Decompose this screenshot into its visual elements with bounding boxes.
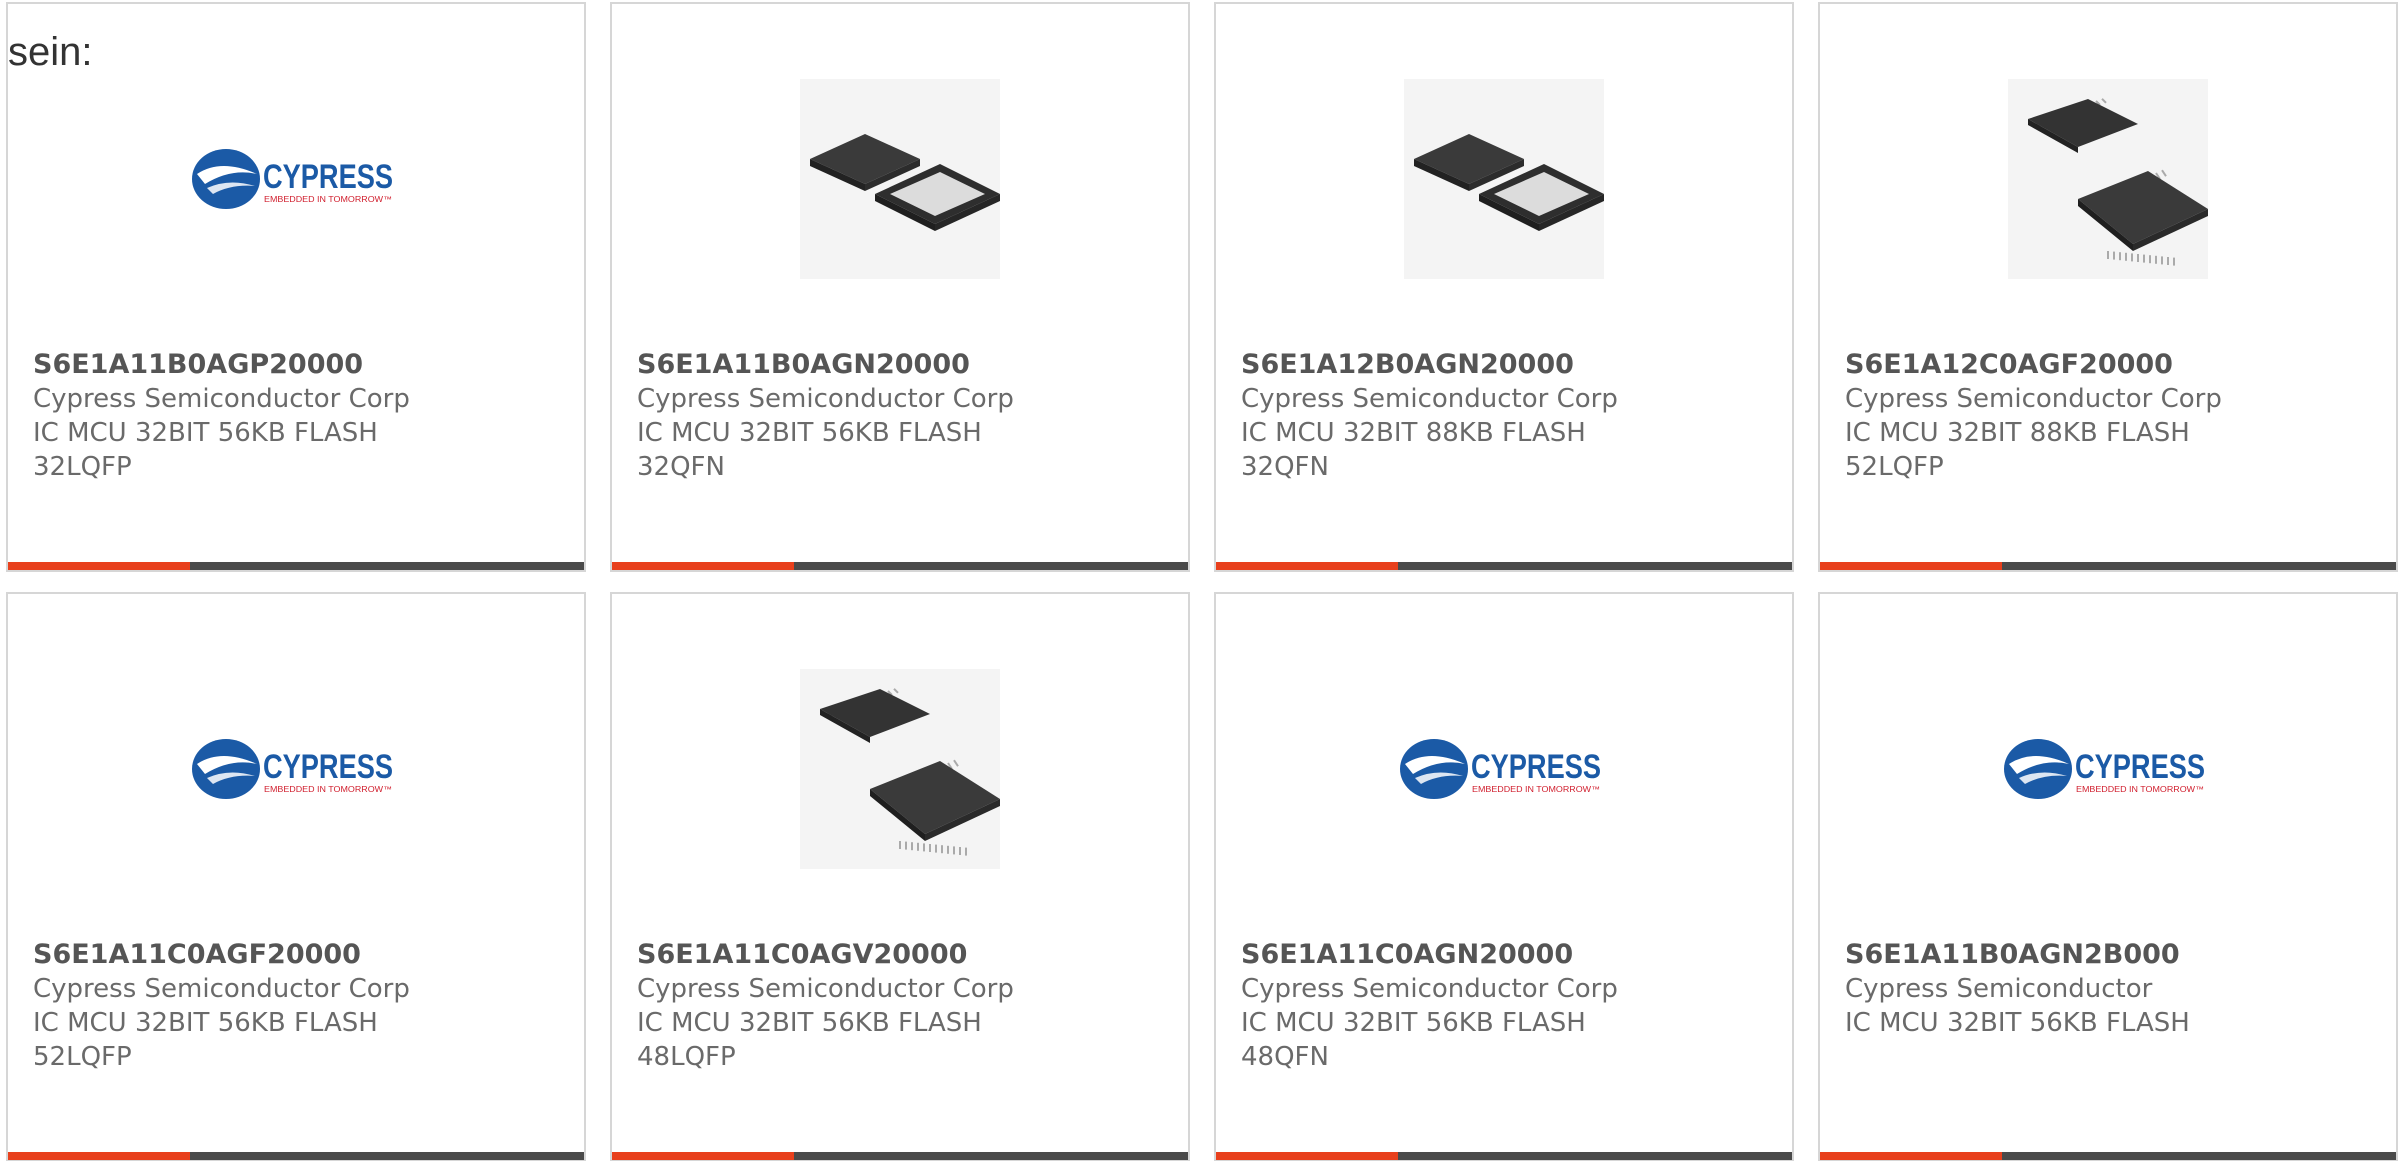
part-number[interactable]: S6E1A12B0AGN20000	[1241, 348, 1772, 382]
part-number[interactable]: S6E1A11C0AGV20000	[637, 938, 1168, 972]
product-image: CYPRESS EMBEDDED IN TOMORROW™	[1216, 664, 1792, 874]
product-card[interactable]: CYPRESS EMBEDDED IN TOMORROW™ S6E1A11C0AG…	[1214, 592, 1794, 1161]
svg-text:CYPRESS: CYPRESS	[263, 158, 393, 196]
part-number[interactable]: S6E1A11B0AGN2B000	[1845, 938, 2376, 972]
card-bottom-bar	[612, 562, 1188, 570]
product-card[interactable]: CYPRESS EMBEDDED IN TOMORROW™ S6E1A11B0AG…	[1818, 592, 2398, 1161]
manufacturer: Cypress Semiconductor Corp	[637, 384, 1014, 414]
product-image: CYPRESS EMBEDDED IN TOMORROW™	[8, 74, 584, 284]
part-number[interactable]: S6E1A11B0AGN20000	[637, 348, 1168, 382]
card-accent	[8, 562, 190, 570]
description: IC MCU 32BIT 56KB FLASH	[1845, 1008, 2190, 1038]
lqfp-chip-icon	[820, 688, 1000, 856]
description: IC MCU 32BIT 56KB FLASH	[1241, 1008, 1586, 1038]
svg-text:CYPRESS: CYPRESS	[1471, 748, 1601, 786]
manufacturer: Cypress Semiconductor Corp	[637, 974, 1014, 1004]
product-image	[612, 74, 1188, 284]
svg-text:CYPRESS: CYPRESS	[2075, 748, 2205, 786]
card-bottom-bar	[1820, 562, 2396, 570]
cypress-logo-icon: CYPRESSEMBEDDED IN TOMORROW™	[1400, 739, 1601, 799]
description: IC MCU 32BIT 88KB FLASH	[1241, 418, 1586, 448]
description: IC MCU 32BIT 56KB FLASH	[33, 1008, 378, 1038]
manufacturer: Cypress Semiconductor Corp	[1241, 974, 1618, 1004]
package: 32QFN	[637, 452, 725, 482]
card-bottom-bar	[8, 1152, 584, 1160]
manufacturer: Cypress Semiconductor Corp	[33, 384, 410, 414]
qfn-chip-icon	[810, 134, 1000, 231]
part-number[interactable]: S6E1A11C0AGN20000	[1241, 938, 1772, 972]
card-accent	[612, 1152, 794, 1160]
qfn-chip-icon	[1414, 134, 1604, 231]
svg-text:CYPRESS: CYPRESS	[263, 748, 393, 786]
product-card[interactable]: CYPRESS EMBEDDED IN TOMORROW™ S6E1A11B0AG…	[6, 2, 586, 572]
description: IC MCU 32BIT 88KB FLASH	[1845, 418, 2190, 448]
svg-text:EMBEDDED IN TOMORROW™: EMBEDDED IN TOMORROW™	[2076, 785, 2204, 794]
manufacturer: Cypress Semiconductor Corp	[1845, 384, 2222, 414]
cypress-logo-icon: CYPRESSEMBEDDED IN TOMORROW™	[2004, 739, 2205, 799]
package: 32QFN	[1241, 452, 1329, 482]
card-bottom-bar	[1820, 1152, 2396, 1160]
product-card[interactable]: S6E1A12B0AGN20000 Cypress Semiconductor …	[1214, 2, 1794, 572]
card-accent	[8, 1152, 190, 1160]
product-image	[612, 664, 1188, 874]
lqfp-chip-icon	[2028, 98, 2208, 266]
intro-text: sein:	[8, 30, 93, 74]
product-image	[1216, 74, 1792, 284]
card-accent	[1820, 562, 2002, 570]
product-card[interactable]: S6E1A11C0AGV20000 Cypress Semiconductor …	[610, 592, 1190, 1161]
card-bottom-bar	[8, 562, 584, 570]
manufacturer: Cypress Semiconductor Corp	[1241, 384, 1618, 414]
card-bottom-bar	[612, 1152, 1188, 1160]
manufacturer: Cypress Semiconductor	[1845, 974, 2153, 1004]
product-card[interactable]: S6E1A12C0AGF20000 Cypress Semiconductor …	[1818, 2, 2398, 572]
card-bottom-bar	[1216, 562, 1792, 570]
description: IC MCU 32BIT 56KB FLASH	[637, 418, 982, 448]
svg-text:EMBEDDED IN TOMORROW™: EMBEDDED IN TOMORROW™	[264, 785, 392, 794]
product-image: CYPRESS EMBEDDED IN TOMORROW™	[1820, 664, 2396, 874]
card-accent	[1820, 1152, 2002, 1160]
part-number[interactable]: S6E1A11B0AGP20000	[33, 348, 564, 382]
package: 32LQFP	[33, 452, 132, 482]
product-image	[1820, 74, 2396, 284]
card-bottom-bar	[1216, 1152, 1792, 1160]
package: 48LQFP	[637, 1042, 736, 1072]
svg-text:EMBEDDED IN TOMORROW™: EMBEDDED IN TOMORROW™	[264, 195, 392, 204]
card-accent	[1216, 562, 1398, 570]
product-image: CYPRESS EMBEDDED IN TOMORROW™	[8, 664, 584, 874]
svg-text:EMBEDDED IN TOMORROW™: EMBEDDED IN TOMORROW™	[1472, 785, 1600, 794]
cypress-logo-icon: CYPRESSEMBEDDED IN TOMORROW™	[192, 739, 393, 799]
description: IC MCU 32BIT 56KB FLASH	[33, 418, 378, 448]
product-card[interactable]: S6E1A11B0AGN20000 Cypress Semiconductor …	[610, 2, 1190, 572]
cypress-logo-icon: CYPRESSEMBEDDED IN TOMORROW™	[192, 149, 393, 209]
product-card[interactable]: CYPRESS EMBEDDED IN TOMORROW™ S6E1A11C0AG…	[6, 592, 586, 1161]
card-accent	[1216, 1152, 1398, 1160]
package: 48QFN	[1241, 1042, 1329, 1072]
description: IC MCU 32BIT 56KB FLASH	[637, 1008, 982, 1038]
part-number[interactable]: S6E1A12C0AGF20000	[1845, 348, 2376, 382]
package: 52LQFP	[1845, 452, 1944, 482]
package: 52LQFP	[33, 1042, 132, 1072]
part-number[interactable]: S6E1A11C0AGF20000	[33, 938, 564, 972]
card-accent	[612, 562, 794, 570]
manufacturer: Cypress Semiconductor Corp	[33, 974, 410, 1004]
product-grid-page: sein: CYPRESS EMBEDDED IN TOMORROW™ S6E1A…	[0, 0, 2400, 1161]
